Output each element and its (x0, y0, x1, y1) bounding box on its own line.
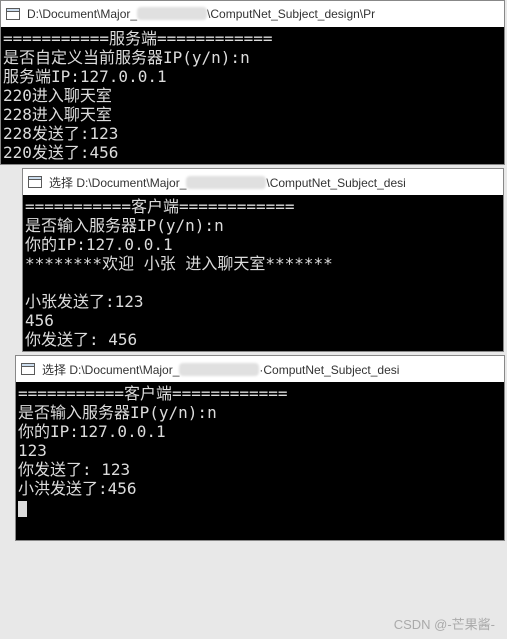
line: 220进入聊天室 (3, 86, 112, 105)
console-output-server[interactable]: ===========服务端============ 是否自定义当前服务器IP(… (1, 27, 504, 164)
title-text-client2: 选择 D:\Document\Major_·ComputNet_Subject_… (42, 361, 399, 378)
line: 220发送了:456 (3, 143, 118, 162)
line: 小张发送了:123 (25, 292, 144, 311)
line: 你发送了: 456 (25, 330, 137, 349)
server-console-window: D:\Document\Major_\ComputNet_Subject_des… (0, 0, 505, 165)
watermark-text: CSDN @-芒果酱- (394, 614, 495, 633)
line: 456 (25, 311, 54, 330)
line: 是否自定义当前服务器IP(y/n):n (3, 48, 250, 67)
titlebar-server[interactable]: D:\Document\Major_\ComputNet_Subject_des… (1, 1, 504, 27)
console-icon (5, 6, 21, 22)
line: ********欢迎 小张 进入聊天室******* (25, 254, 333, 273)
line: 228进入聊天室 (3, 105, 112, 124)
cursor (18, 501, 27, 517)
client2-console-window: 选择 D:\Document\Major_·ComputNet_Subject_… (15, 355, 505, 541)
line: 你的IP:127.0.0.1 (18, 422, 166, 441)
line: 你的IP:127.0.0.1 (25, 235, 173, 254)
line: 服务端IP:127.0.0.1 (3, 67, 167, 86)
console-output-client1[interactable]: ===========客户端============ 是否输入服务器IP(y/n… (23, 195, 503, 351)
line: 123 (18, 441, 47, 460)
banner-server: ===========服务端============ (3, 29, 273, 48)
title-text-server: D:\Document\Major_\ComputNet_Subject_des… (27, 7, 375, 21)
line: 228发送了:123 (3, 124, 118, 143)
banner-client1: ===========客户端============ (25, 197, 295, 216)
line: 是否输入服务器IP(y/n):n (25, 216, 224, 235)
titlebar-client2[interactable]: 选择 D:\Document\Major_·ComputNet_Subject_… (16, 356, 504, 382)
client1-console-window: 选择 D:\Document\Major_\ComputNet_Subject_… (22, 168, 504, 352)
line: 小洪发送了:456 (18, 479, 137, 498)
console-icon (20, 361, 36, 377)
line: 你发送了: 123 (18, 460, 130, 479)
line: 是否输入服务器IP(y/n):n (18, 403, 217, 422)
banner-client2: ===========客户端============ (18, 384, 288, 403)
console-icon (27, 174, 43, 190)
title-text-client1: 选择 D:\Document\Major_\ComputNet_Subject_… (49, 174, 406, 191)
titlebar-client1[interactable]: 选择 D:\Document\Major_\ComputNet_Subject_… (23, 169, 503, 195)
console-output-client2[interactable]: ===========客户端============ 是否输入服务器IP(y/n… (16, 382, 504, 540)
